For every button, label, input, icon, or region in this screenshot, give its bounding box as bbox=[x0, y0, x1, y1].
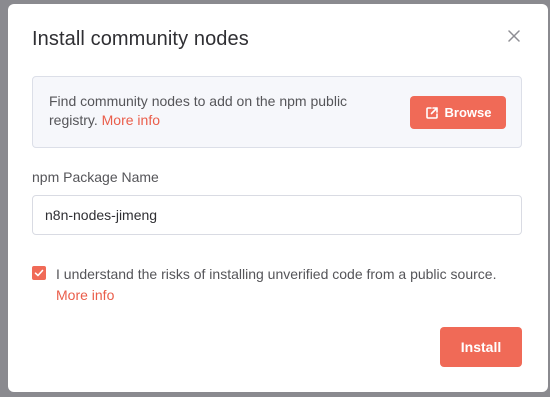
install-button[interactable]: Install bbox=[440, 327, 522, 367]
info-text: Find community nodes to add on the npm p… bbox=[49, 92, 389, 130]
info-more-info-link[interactable]: More info bbox=[102, 112, 160, 128]
package-name-input[interactable] bbox=[32, 195, 522, 235]
consent-label: I understand the risks of installing unv… bbox=[56, 266, 497, 282]
checkmark-icon bbox=[34, 269, 44, 277]
browse-button[interactable]: Browse bbox=[410, 96, 506, 129]
consent-more-info-link[interactable]: More info bbox=[56, 285, 114, 306]
info-description: Find community nodes to add on the npm p… bbox=[49, 93, 348, 128]
install-community-nodes-dialog: Install community nodes Find community n… bbox=[8, 4, 548, 392]
browse-info-box: Find community nodes to add on the npm p… bbox=[32, 76, 522, 148]
consent-checkbox[interactable] bbox=[32, 266, 46, 280]
dialog-title: Install community nodes bbox=[32, 28, 249, 50]
close-icon[interactable] bbox=[504, 26, 524, 46]
package-name-label: npm Package Name bbox=[32, 169, 159, 185]
browse-label: Browse bbox=[444, 105, 492, 120]
external-link-icon bbox=[425, 106, 439, 120]
consent-text: I understand the risks of installing unv… bbox=[56, 264, 526, 306]
